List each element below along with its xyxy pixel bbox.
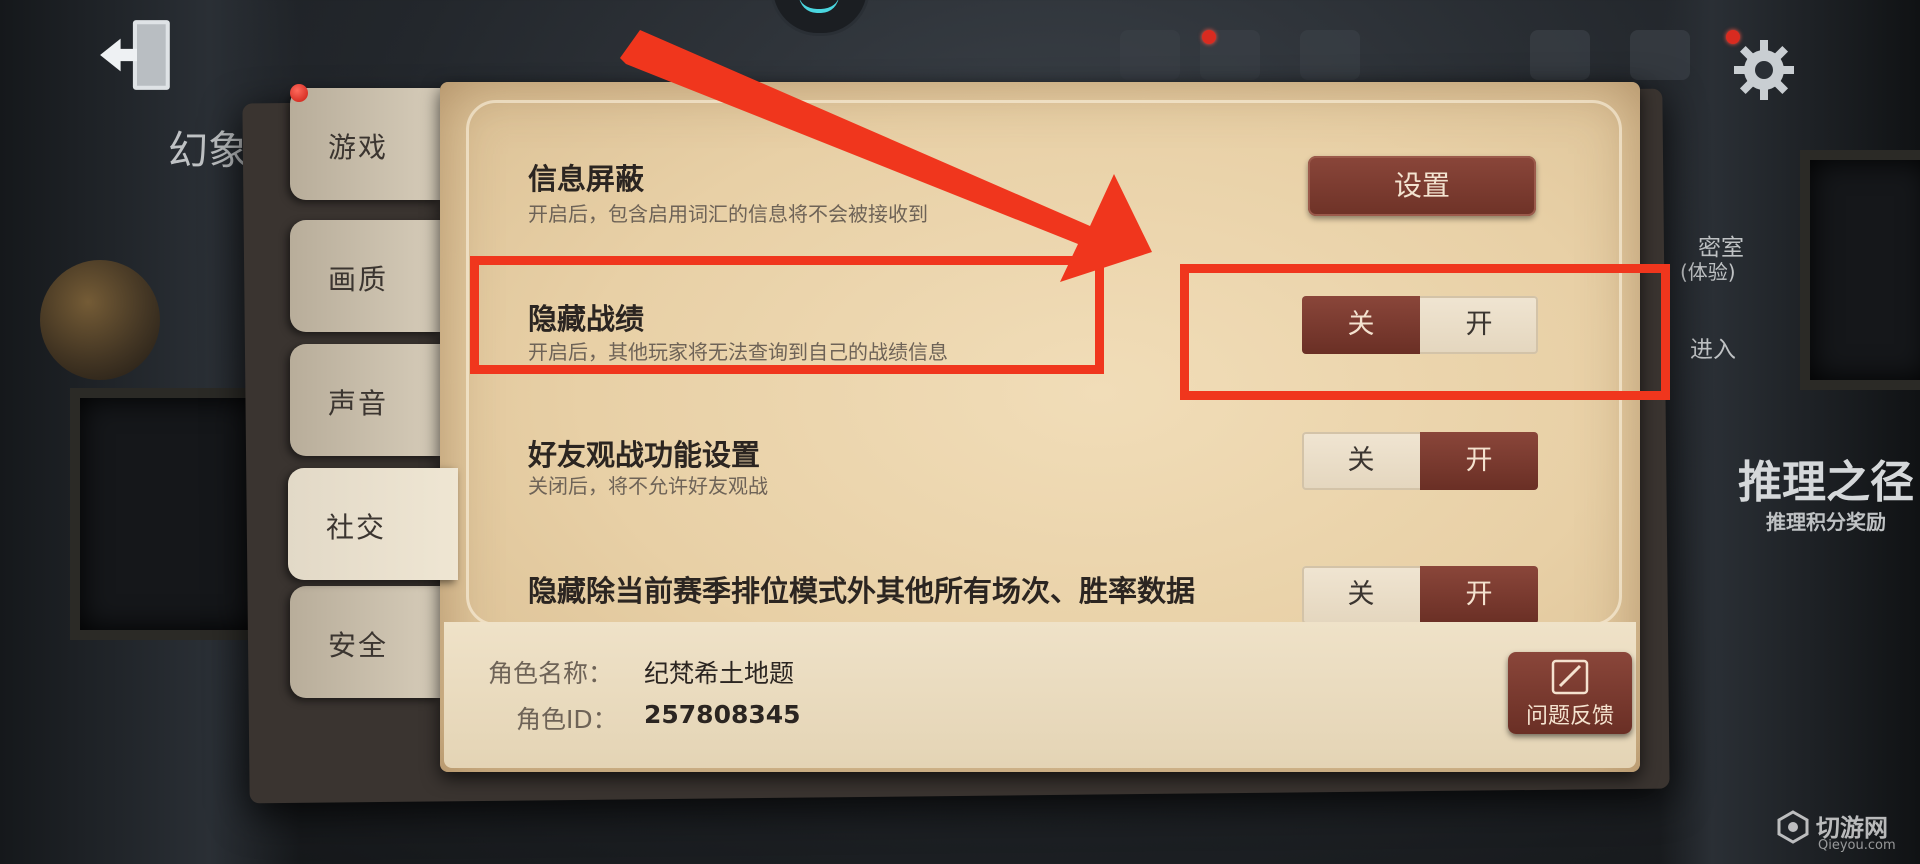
watermark-logo-icon [1777, 810, 1809, 844]
friend-spectate-desc: 关闭后，将不允许好友观战 [528, 474, 768, 498]
tab-label: 游戏 [328, 131, 389, 164]
tab-security[interactable]: 安全 [290, 586, 440, 698]
tab-game[interactable]: 游戏 [290, 88, 440, 200]
background-title: 幻象 [168, 128, 248, 174]
role-id-value: 257808345 [644, 700, 801, 729]
background-right [1660, 0, 1920, 864]
tab-label: 社交 [326, 511, 387, 544]
toggle-off-option[interactable]: 关 [1302, 566, 1420, 624]
block-setting-desc: 开启后，包含启用词汇的信息将不会被接收到 [528, 202, 928, 226]
background-globe [40, 260, 160, 380]
hide-other-stats-toggle[interactable]: 关 开 [1302, 566, 1538, 624]
tab-social[interactable]: 社交 [288, 468, 458, 580]
tag-icon[interactable] [1300, 30, 1360, 80]
friend-spectate-toggle[interactable]: 关 开 [1302, 432, 1538, 490]
mode-title[interactable]: 推理之径 [1738, 446, 1914, 510]
friend-spectate-title: 好友观战功能设置 [528, 438, 761, 472]
role-name-label: 角色名称： [488, 659, 614, 688]
role-info-panel [444, 622, 1636, 768]
block-settings-button[interactable]: 设置 [1308, 156, 1536, 216]
watermark: 切游网 Qieyou.com [1776, 804, 1916, 858]
tab-label: 声音 [328, 387, 389, 420]
annotation-box [1180, 264, 1670, 400]
role-name-value: 纪梵希土地题 [644, 659, 795, 688]
pen-icon [1551, 659, 1589, 695]
clock-icon[interactable] [1530, 30, 1590, 80]
feedback-button[interactable]: 问题反馈 [1508, 652, 1632, 734]
toggle-on-option[interactable]: 开 [1420, 432, 1538, 490]
notification-dot [290, 84, 308, 102]
tab-label: 安全 [328, 629, 389, 662]
mode-subtitle: 推理积分奖励 [1766, 510, 1886, 534]
people-icon[interactable] [1630, 30, 1690, 80]
toggle-on-option[interactable]: 开 [1420, 566, 1538, 624]
hide-other-stats-title: 隐藏除当前赛季排位模式外其他所有场次、胜率数据 [528, 574, 1196, 608]
enter-label[interactable]: 进入 [1690, 330, 1736, 364]
toggle-off-option[interactable]: 关 [1302, 432, 1420, 490]
notification-dot [1202, 30, 1216, 44]
gear-icon[interactable] [1732, 38, 1796, 102]
room-subtitle: (体验) [1680, 260, 1736, 284]
block-setting-title: 信息屏蔽 [528, 162, 645, 196]
top-center-button[interactable] [770, 0, 870, 36]
exit-icon[interactable] [96, 14, 178, 96]
annotation-box [470, 256, 1104, 374]
background-frame [70, 388, 270, 640]
tab-graphics[interactable]: 画质 [290, 220, 440, 332]
feedback-label: 问题反馈 [1525, 704, 1614, 729]
watermark-url: Qieyou.com [1818, 838, 1896, 853]
background-frame [1800, 150, 1920, 390]
role-id-label: 角色ID： [516, 705, 618, 734]
tab-label: 画质 [328, 263, 389, 296]
rose-icon[interactable] [1120, 30, 1180, 80]
tab-sound[interactable]: 声音 [290, 344, 440, 456]
